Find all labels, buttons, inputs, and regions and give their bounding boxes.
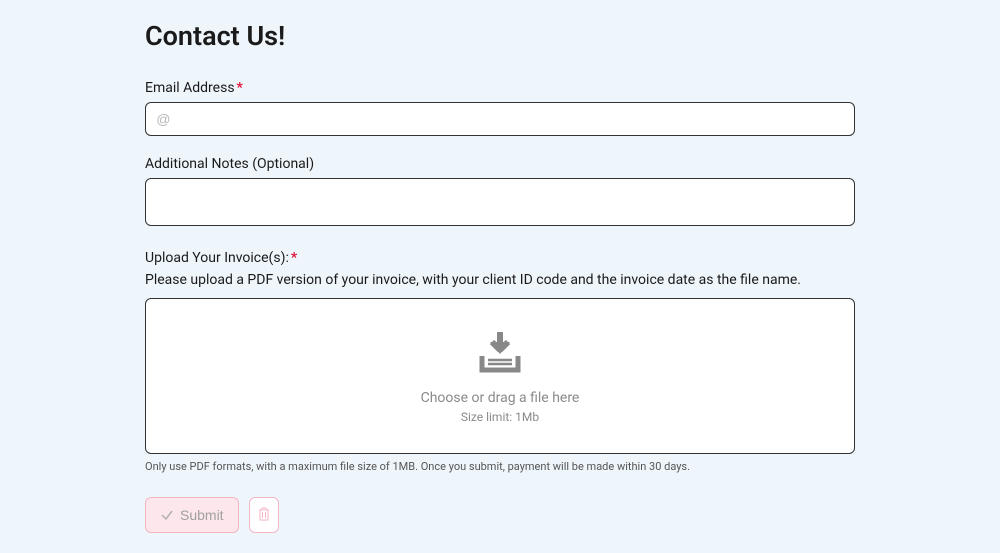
submit-button[interactable]: Submit bbox=[145, 497, 239, 533]
upload-helper-text: Please upload a PDF version of your invo… bbox=[145, 272, 855, 288]
download-tray-icon bbox=[474, 328, 526, 378]
email-label: Email Address* bbox=[145, 80, 855, 96]
email-input[interactable] bbox=[145, 102, 855, 136]
notes-field-wrapper: Additional Notes (Optional) bbox=[145, 156, 855, 230]
required-asterisk-icon: * bbox=[237, 80, 243, 96]
submit-button-label: Submit bbox=[180, 507, 224, 523]
required-asterisk-icon: * bbox=[291, 250, 297, 266]
upload-footer-note: Only use PDF formats, with a maximum fil… bbox=[145, 460, 855, 473]
file-upload-dropzone[interactable]: Choose or drag a file here Size limit: 1… bbox=[145, 298, 855, 454]
email-label-text: Email Address bbox=[145, 80, 235, 96]
trash-icon bbox=[258, 507, 270, 524]
check-icon bbox=[160, 508, 174, 522]
page-title: Contact Us! bbox=[145, 20, 855, 52]
notes-label-text: Additional Notes (Optional) bbox=[145, 156, 314, 172]
button-row: Submit bbox=[145, 497, 855, 533]
email-field-wrapper: Email Address* bbox=[145, 80, 855, 136]
notes-label: Additional Notes (Optional) bbox=[145, 156, 855, 172]
upload-label: Upload Your Invoice(s):* bbox=[145, 250, 855, 266]
upload-field-wrapper: Upload Your Invoice(s):* Please upload a… bbox=[145, 250, 855, 473]
upload-label-text: Upload Your Invoice(s): bbox=[145, 250, 289, 266]
upload-limit-text: Size limit: 1Mb bbox=[461, 410, 539, 424]
clear-button[interactable] bbox=[249, 497, 279, 533]
notes-input[interactable] bbox=[145, 178, 855, 226]
upload-prompt-text: Choose or drag a file here bbox=[421, 390, 580, 406]
